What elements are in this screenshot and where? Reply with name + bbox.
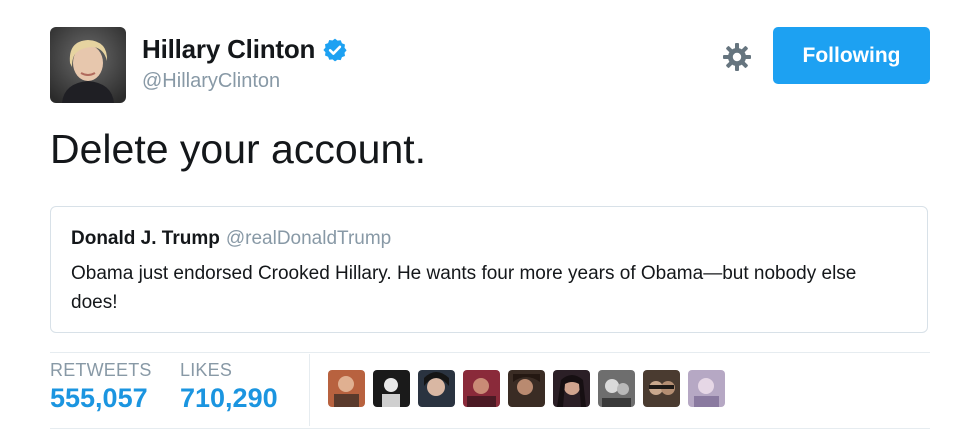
liker-avatars (328, 370, 733, 407)
verified-badge-icon (322, 37, 348, 63)
liker-avatar-2[interactable] (373, 370, 410, 407)
stats-vertical-divider (309, 354, 310, 426)
tweet-card: Hillary Clinton @HillaryClinton Followin… (0, 0, 980, 444)
liker-avatar-3[interactable] (418, 370, 455, 407)
following-button[interactable]: Following (773, 27, 930, 84)
quoted-author-handle: @realDonaldTrump (225, 228, 392, 249)
stats-top-divider (50, 352, 930, 353)
quoted-tweet-header: Donald J. Trump @realDonaldTrump (71, 228, 391, 250)
retweets-label[interactable]: RETWEETS (50, 360, 152, 381)
quoted-tweet-text: Obama just endorsed Crooked Hillary. He … (71, 263, 857, 313)
liker-avatar-6[interactable] (553, 370, 590, 407)
likes-count[interactable]: 710,290 (180, 383, 278, 414)
liker-avatar-4[interactable] (463, 370, 500, 407)
gear-icon[interactable] (721, 41, 753, 73)
author-name-row: Hillary Clinton (142, 34, 348, 65)
tweet-text: Delete your account. (50, 126, 427, 172)
quoted-tweet[interactable]: Donald J. Trump @realDonaldTrump Obama ju… (50, 206, 928, 333)
liker-avatar-7[interactable] (598, 370, 635, 407)
liker-avatar-8[interactable] (643, 370, 680, 407)
stats-bottom-divider (50, 428, 930, 429)
author-screen-name[interactable]: @HillaryClinton (142, 70, 280, 93)
liker-avatar-9[interactable] (688, 370, 725, 407)
author-display-name[interactable]: Hillary Clinton (142, 34, 315, 65)
author-avatar[interactable] (50, 27, 126, 103)
liker-avatar-5[interactable] (508, 370, 545, 407)
quoted-author-name: Donald J. Trump (71, 228, 220, 249)
retweets-count[interactable]: 555,057 (50, 383, 148, 414)
liker-avatar-1[interactable] (328, 370, 365, 407)
likes-label[interactable]: LIKES (180, 360, 232, 381)
